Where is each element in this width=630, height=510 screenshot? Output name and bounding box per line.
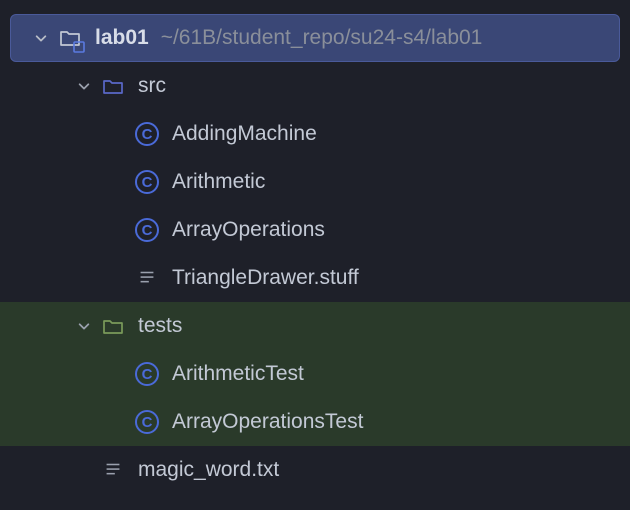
- tree-row-array-operations-test[interactable]: C ArrayOperationsTest: [0, 398, 630, 446]
- text-file-icon: [100, 457, 126, 483]
- tree-row-array-operations[interactable]: C ArrayOperations: [0, 206, 630, 254]
- chevron-down-icon[interactable]: [74, 316, 94, 336]
- tree-row-magic-word[interactable]: magic_word.txt: [0, 446, 630, 494]
- class-icon: C: [134, 217, 160, 243]
- text-file-icon: [134, 265, 160, 291]
- class-icon: C: [134, 361, 160, 387]
- tree-row-tests[interactable]: tests: [0, 302, 630, 350]
- tree-row-adding-machine[interactable]: C AddingMachine: [0, 110, 630, 158]
- tree-row-root[interactable]: lab01 ~/61B/student_repo/su24-s4/lab01: [10, 14, 620, 62]
- tree-row-triangle-drawer[interactable]: TriangleDrawer.stuff: [0, 254, 630, 302]
- folder-tests-icon: [100, 313, 126, 339]
- file-label: TriangleDrawer.stuff: [172, 266, 359, 290]
- tests-label: tests: [138, 314, 182, 338]
- file-label: AddingMachine: [172, 122, 317, 146]
- file-label: ArithmeticTest: [172, 362, 304, 386]
- chevron-down-icon[interactable]: [31, 28, 51, 48]
- file-label: Arithmetic: [172, 170, 265, 194]
- file-label: ArrayOperations: [172, 218, 325, 242]
- root-path: ~/61B/student_repo/su24-s4/lab01: [161, 26, 483, 50]
- class-icon: C: [134, 121, 160, 147]
- tree-row-src[interactable]: src: [0, 62, 630, 110]
- tree-row-arithmetic-test[interactable]: C ArithmeticTest: [0, 350, 630, 398]
- src-label: src: [138, 74, 166, 98]
- chevron-down-icon[interactable]: [74, 76, 94, 96]
- class-icon: C: [134, 409, 160, 435]
- class-icon: C: [134, 169, 160, 195]
- tree-row-arithmetic[interactable]: C Arithmetic: [0, 158, 630, 206]
- file-label: ArrayOperationsTest: [172, 410, 363, 434]
- root-name: lab01: [95, 26, 149, 50]
- file-label: magic_word.txt: [138, 458, 279, 482]
- module-folder-icon: [57, 25, 83, 51]
- folder-icon: [100, 73, 126, 99]
